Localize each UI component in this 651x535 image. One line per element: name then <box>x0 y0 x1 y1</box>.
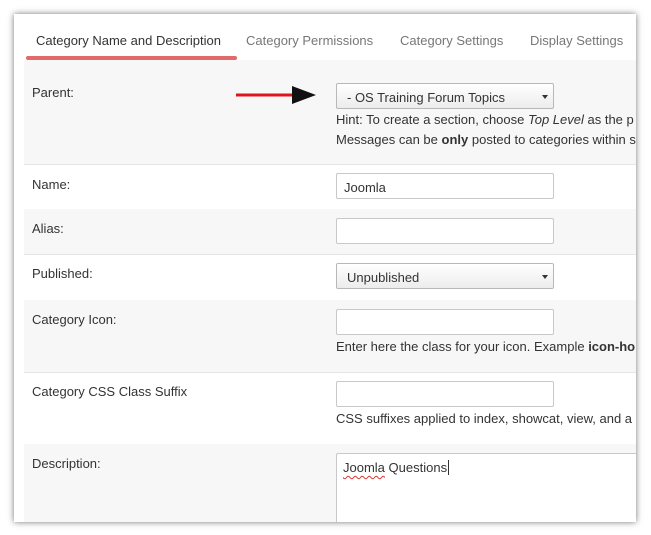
tab-display-settings[interactable]: Display Settings <box>530 14 623 59</box>
parent-select-value: - OS Training Forum Topics <box>347 90 505 105</box>
chevron-down-icon <box>542 95 548 99</box>
text-cursor <box>448 460 450 475</box>
parent-hint-line1: Hint: To create a section, choose Top Le… <box>336 112 634 127</box>
name-input[interactable]: Joomla <box>336 173 554 199</box>
css-suffix-label: Category CSS Class Suffix <box>32 384 188 399</box>
tab-category-name-description[interactable]: Category Name and Description <box>26 14 237 60</box>
editor-window: Category Name and Description Category P… <box>14 14 636 522</box>
parent-select[interactable]: - OS Training Forum Topics <box>336 83 554 109</box>
tab-label: Category Settings <box>400 33 504 48</box>
css-suffix-hint: CSS suffixes applied to index, showcat, … <box>336 411 633 426</box>
category-icon-hint: Enter here the class for your icon. Exam… <box>336 339 636 354</box>
parent-row: Parent: - OS Training Forum Topics Hint:… <box>24 60 636 165</box>
parent-hint-line2: Messages can be only posted to categorie… <box>336 132 636 147</box>
published-label: Published: <box>32 266 93 281</box>
description-text: Joomla Questions <box>343 460 450 475</box>
category-icon-row: Category Icon: Enter here the class for … <box>24 300 636 373</box>
published-row: Published: Unpublished <box>24 254 636 301</box>
published-select[interactable]: Unpublished <box>336 263 554 289</box>
name-input-value: Joomla <box>344 180 386 195</box>
description-row: Description: Joomla Questions <box>24 444 636 522</box>
tab-bar: Category Name and Description Category P… <box>24 14 636 61</box>
tab-label: Display Settings <box>530 33 624 48</box>
category-icon-label: Category Icon: <box>32 312 117 327</box>
tab-category-settings[interactable]: Category Settings <box>400 14 503 59</box>
name-row: Name: Joomla <box>24 164 636 210</box>
chevron-down-icon <box>542 275 548 279</box>
alias-input[interactable] <box>336 218 554 244</box>
category-icon-input[interactable] <box>336 309 554 335</box>
red-arrow-annotation <box>236 86 316 104</box>
alias-label: Alias: <box>32 221 64 236</box>
category-form: Parent: - OS Training Forum Topics Hint:… <box>24 60 636 522</box>
css-suffix-input[interactable] <box>336 381 554 407</box>
tab-label: Category Name and Description <box>36 33 221 48</box>
name-label: Name: <box>32 177 71 192</box>
alias-row: Alias: <box>24 209 636 255</box>
parent-label: Parent: <box>32 85 74 100</box>
tab-category-permissions[interactable]: Category Permissions <box>246 14 373 59</box>
description-textarea[interactable]: Joomla Questions <box>336 453 636 522</box>
tab-label: Category Permissions <box>246 33 374 48</box>
css-suffix-row: Category CSS Class Suffix CSS suffixes a… <box>24 372 636 445</box>
published-select-value: Unpublished <box>347 270 420 285</box>
description-label: Description: <box>32 456 101 471</box>
